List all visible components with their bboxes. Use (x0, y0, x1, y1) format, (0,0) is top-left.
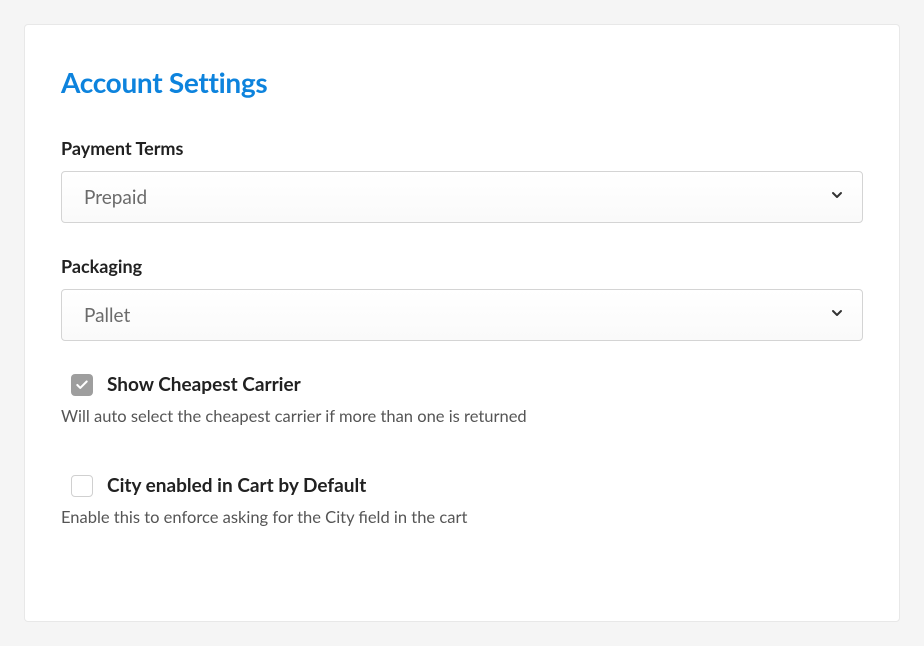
city-enabled-checkbox[interactable] (71, 475, 93, 497)
packaging-group: Packaging Pallet (61, 255, 863, 341)
packaging-label: Packaging (61, 255, 863, 277)
payment-terms-label: Payment Terms (61, 137, 863, 159)
page-title: Account Settings (61, 65, 863, 99)
city-enabled-row: City enabled in Cart by Default (61, 474, 863, 497)
city-enabled-helper: Enable this to enforce asking for the Ci… (61, 507, 863, 527)
show-cheapest-row: Show Cheapest Carrier (61, 373, 863, 396)
show-cheapest-helper: Will auto select the cheapest carrier if… (61, 406, 863, 426)
show-cheapest-checkbox[interactable] (71, 374, 93, 396)
account-settings-card: Account Settings Payment Terms Prepaid P… (24, 24, 900, 622)
city-enabled-label: City enabled in Cart by Default (107, 474, 366, 497)
packaging-value: Pallet (61, 289, 863, 341)
payment-terms-value: Prepaid (61, 171, 863, 223)
payment-terms-select[interactable]: Prepaid (61, 171, 863, 223)
city-enabled-section: City enabled in Cart by Default Enable t… (61, 474, 863, 527)
payment-terms-group: Payment Terms Prepaid (61, 137, 863, 223)
packaging-select[interactable]: Pallet (61, 289, 863, 341)
show-cheapest-section: Show Cheapest Carrier Will auto select t… (61, 373, 863, 426)
show-cheapest-label: Show Cheapest Carrier (107, 373, 301, 396)
